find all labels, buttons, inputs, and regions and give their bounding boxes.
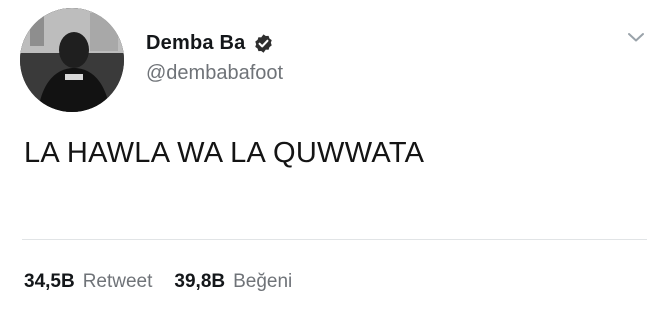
like-stat[interactable]: 39,8B Beğeni — [174, 271, 292, 293]
like-count: 39,8B — [174, 271, 226, 292]
user-handle[interactable]: @dembabafoot — [146, 62, 283, 85]
tweet-card: Demba Ba @dembabafoot LA HAWLA WA LA QUW… — [0, 0, 669, 319]
avatar-photo — [20, 8, 124, 112]
tweet-stats: 34,5B Retweet 39,8B Beğeni — [24, 271, 292, 293]
avatar[interactable] — [20, 8, 124, 112]
verified-badge-icon — [255, 34, 273, 53]
author-name-row: Demba Ba — [146, 32, 274, 55]
tweet-text: LA HAWLA WA LA QUWWATA — [24, 137, 425, 169]
retweet-label: Retweet — [82, 271, 153, 292]
like-label: Beğeni — [233, 271, 293, 292]
retweet-stat[interactable]: 34,5B Retweet — [24, 271, 152, 293]
retweet-count: 34,5B — [24, 271, 75, 292]
display-name[interactable]: Demba Ba — [146, 32, 245, 55]
chevron-down-icon[interactable] — [625, 26, 647, 48]
divider — [22, 239, 647, 240]
